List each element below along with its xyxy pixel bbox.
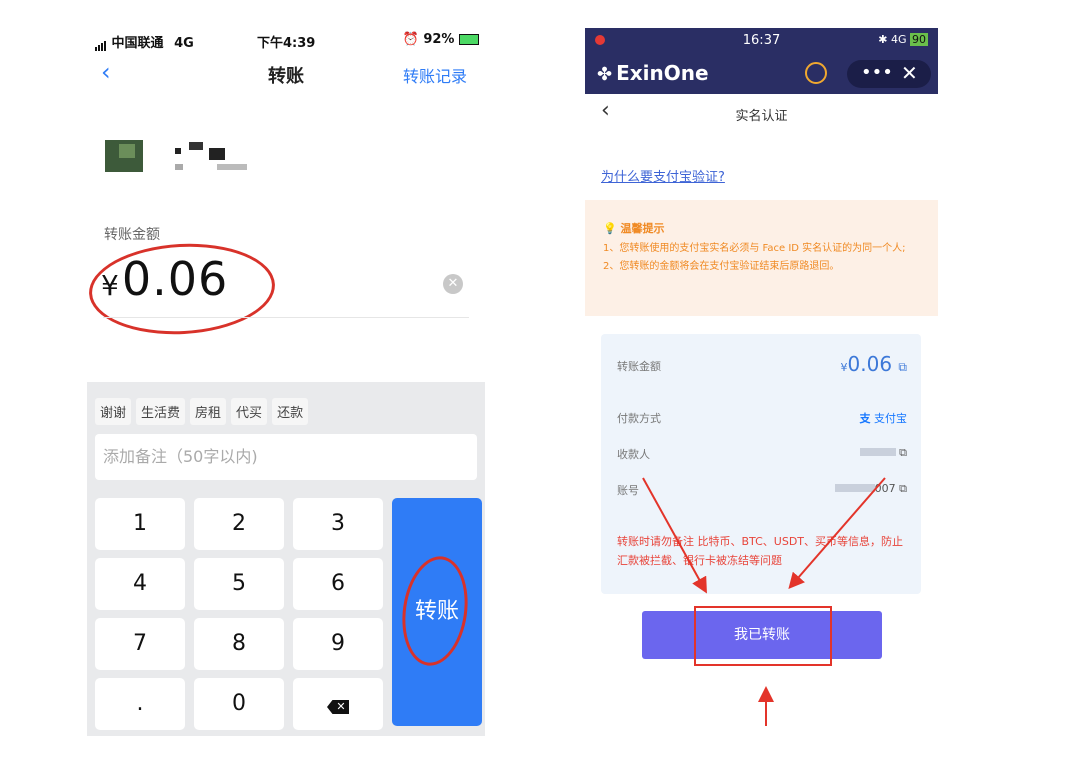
status-time: 下午4:39 bbox=[257, 36, 316, 51]
clear-icon[interactable]: ✕ bbox=[443, 274, 463, 294]
nav-bar: ‹ 转账 转账记录 bbox=[87, 58, 485, 92]
memo-chip[interactable]: 生活费 bbox=[136, 398, 186, 425]
status-bar: 中国联通 4G 下午4:39 ⏰ 92% bbox=[87, 28, 485, 52]
battery-icon bbox=[459, 34, 479, 45]
backspace-key[interactable]: ✕ bbox=[293, 678, 383, 730]
memo-input[interactable]: 添加备注（50字以内) bbox=[95, 434, 477, 480]
key-dot[interactable]: . bbox=[95, 678, 185, 730]
transfer-records-link[interactable]: 转账记录 bbox=[403, 63, 467, 87]
alipay-transfer-screen: 中国联通 4G 下午4:39 ⏰ 92% ‹ 转账 转账记录 转账金额 ¥0.0… bbox=[87, 28, 485, 736]
signal-icon bbox=[95, 36, 107, 51]
memo-chip[interactable]: 谢谢 bbox=[95, 398, 132, 425]
memo-chips: 谢谢 生活费 房租 代买 还款 bbox=[95, 398, 313, 425]
network-type: 4G bbox=[174, 36, 194, 51]
key-3[interactable]: 3 bbox=[293, 498, 383, 550]
carrier-name: 中国联通 bbox=[111, 36, 164, 51]
key-2[interactable]: 2 bbox=[194, 498, 284, 550]
backspace-icon: ✕ bbox=[327, 700, 349, 714]
key-4[interactable]: 4 bbox=[95, 558, 185, 610]
key-8[interactable]: 8 bbox=[194, 618, 284, 670]
red-annotation-arrows bbox=[642, 477, 886, 726]
red-arrow bbox=[642, 477, 707, 594]
memo-chip[interactable]: 房租 bbox=[190, 398, 227, 425]
key-7[interactable]: 7 bbox=[95, 618, 185, 670]
amount-label: 转账金额 bbox=[104, 227, 160, 243]
memo-chip[interactable]: 还款 bbox=[272, 398, 309, 425]
key-1[interactable]: 1 bbox=[95, 498, 185, 550]
divider bbox=[103, 317, 469, 318]
key-5[interactable]: 5 bbox=[194, 558, 284, 610]
key-6[interactable]: 6 bbox=[293, 558, 383, 610]
blurred-recipient-avatar bbox=[97, 128, 297, 184]
memo-chip[interactable]: 代买 bbox=[231, 398, 268, 425]
battery-percent: 92% bbox=[423, 32, 455, 47]
key-0[interactable]: 0 bbox=[194, 678, 284, 730]
alarm-icon: ⏰ bbox=[402, 32, 419, 47]
exinone-verification-screen: 16:37 ✱ 4G 90 ✤ ExinOne ••• ✕ ‹ 实名认证 为什么要… bbox=[585, 28, 938, 736]
red-arrow bbox=[788, 477, 886, 590]
key-9[interactable]: 9 bbox=[293, 618, 383, 670]
